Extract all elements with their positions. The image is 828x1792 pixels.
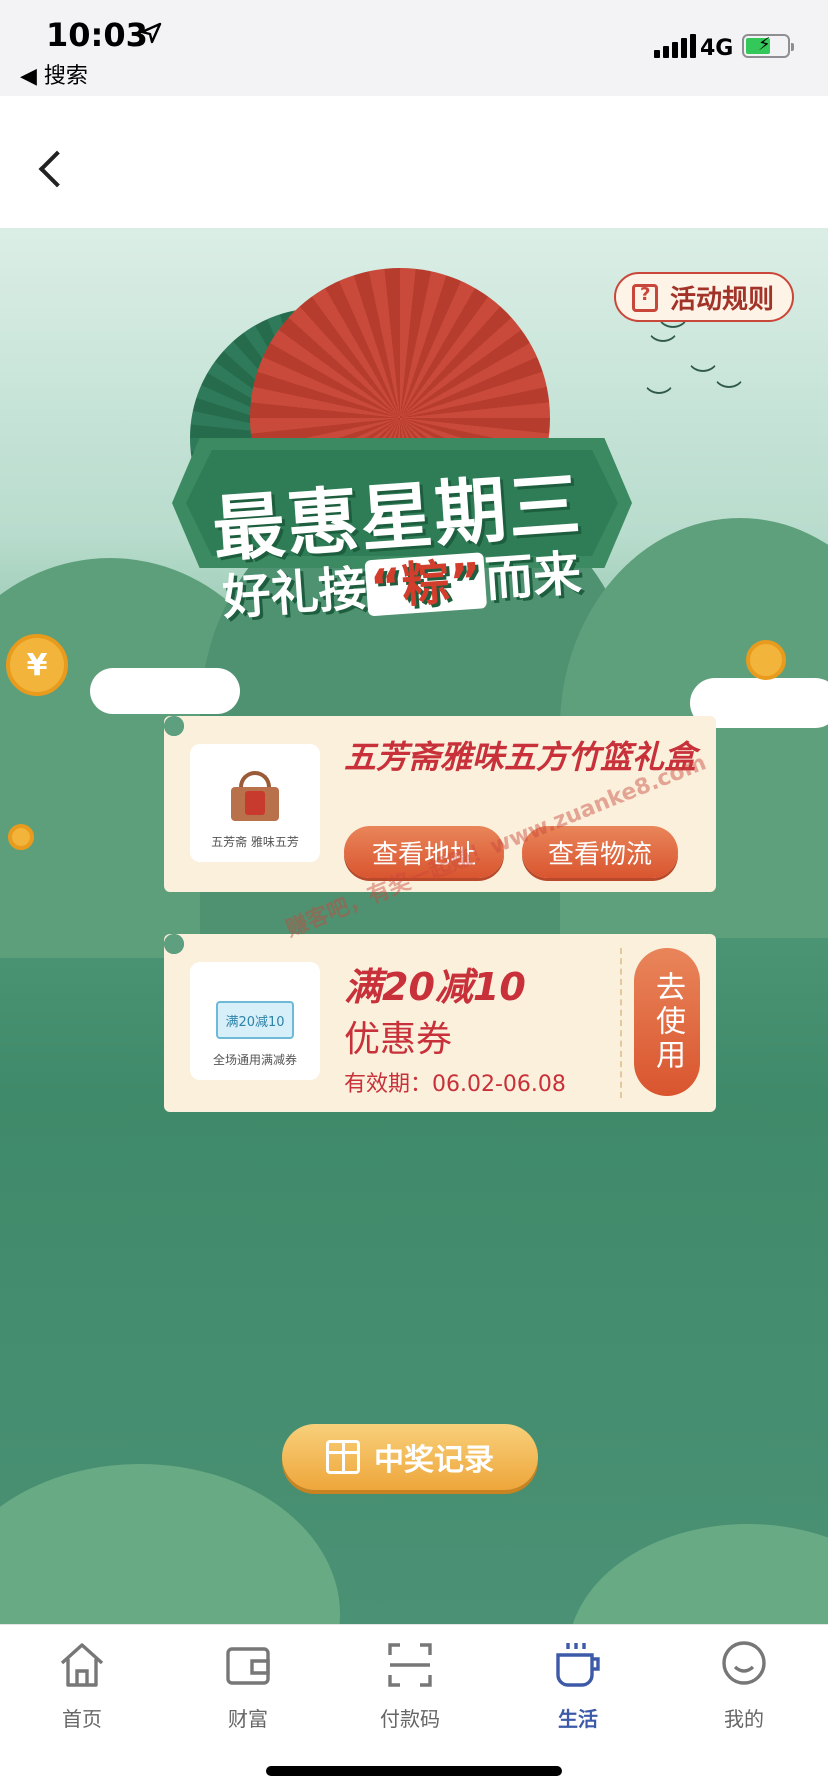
back-to-app-link[interactable]: ◀ 搜索: [20, 58, 88, 90]
use-coupon-button[interactable]: 去使用: [634, 948, 700, 1096]
smile-face-icon: [722, 1641, 766, 1685]
coupon-divider: [620, 948, 622, 1098]
coupon-thumb-label: 全场通用满减券: [212, 1053, 297, 1067]
tab-life[interactable]: 生活: [518, 1639, 638, 1732]
coin-symbol: ¥: [26, 647, 48, 683]
bird-icon: ︶: [650, 334, 677, 364]
coin-icon: [8, 824, 34, 850]
home-indicator: [266, 1766, 562, 1776]
signal-icon: [654, 34, 696, 58]
coupon-validity: 有效期：06.02-06.08: [344, 1072, 566, 1097]
bird-icon: ︶: [690, 364, 717, 394]
battery-icon: ⚡: [742, 34, 794, 58]
prize-thumbnail: 五芳斋 雅味五芳: [190, 744, 320, 862]
location-arrow-icon: [140, 22, 162, 44]
gift-basket-icon: [225, 771, 285, 823]
app-root: { "status": { "time": "10:03", "back_app…: [0, 0, 828, 1792]
coupon-ticket-icon: 满20减10: [216, 1001, 294, 1039]
coin-icon: ¥: [6, 634, 68, 696]
tab-label: 首页: [62, 1707, 102, 1731]
coffee-cup-icon: [556, 1643, 600, 1687]
coupon-title: 满20减10: [344, 965, 526, 1009]
activity-rules-label: 活动规则: [670, 284, 775, 315]
status-time: 10:03: [46, 16, 148, 54]
back-chevron-icon[interactable]: [38, 150, 76, 188]
tab-wealth[interactable]: 财富: [188, 1639, 308, 1732]
tab-home[interactable]: 首页: [22, 1639, 142, 1732]
title-line2-highlight: “粽”: [364, 552, 488, 617]
coin-icon: [746, 640, 786, 680]
nav-bar: [0, 96, 828, 228]
coupon-subtitle: 优惠券: [344, 1019, 453, 1060]
tab-mine[interactable]: 我的: [684, 1639, 804, 1732]
tab-label: 付款码: [380, 1707, 440, 1731]
activity-rules-button[interactable]: 活动规则: [614, 272, 795, 322]
tab-label: 财富: [228, 1707, 268, 1731]
wallet-icon: [226, 1647, 270, 1685]
win-record-label: 中奖记录: [374, 1443, 494, 1478]
status-bar: 10:03 ◀ 搜索 4G ⚡: [0, 0, 828, 96]
bird-icon: ︶: [716, 380, 743, 410]
scan-icon: [388, 1643, 432, 1687]
title-line2-post: 而来: [483, 545, 584, 609]
tab-label: 我的: [724, 1707, 764, 1731]
gift-icon: [326, 1440, 360, 1474]
tab-label: 生活: [558, 1707, 598, 1731]
activity-page: ︶ ︶ ︶ ︶ ︶ 活动规则 最惠星期三 好礼接“粽”而来 ¥ 五芳斋 雅味五芳…: [0, 228, 828, 1624]
bird-icon: ︶: [646, 386, 673, 416]
hill-decor: [0, 1464, 340, 1624]
rules-doc-icon: [632, 284, 658, 312]
tab-pay-code[interactable]: 付款码: [350, 1639, 470, 1732]
hill-decor: [568, 1524, 828, 1624]
title-line2-pre: 好礼接: [220, 560, 369, 627]
win-record-button[interactable]: 中奖记录: [282, 1424, 538, 1490]
prize-thumb-label: 五芳斋 雅味五芳: [211, 835, 299, 849]
home-icon: [60, 1643, 104, 1687]
coupon-thumbnail: 满20减10 全场通用满减券: [190, 962, 320, 1080]
activity-title-banner: 最惠星期三 好礼接“粽”而来: [172, 378, 632, 638]
network-type: 4G: [700, 36, 734, 61]
cloud-decor: [90, 668, 240, 714]
coupon-card: 满20减10 全场通用满减券 满20减10 优惠券 有效期：06.02-06.0…: [164, 934, 716, 1112]
